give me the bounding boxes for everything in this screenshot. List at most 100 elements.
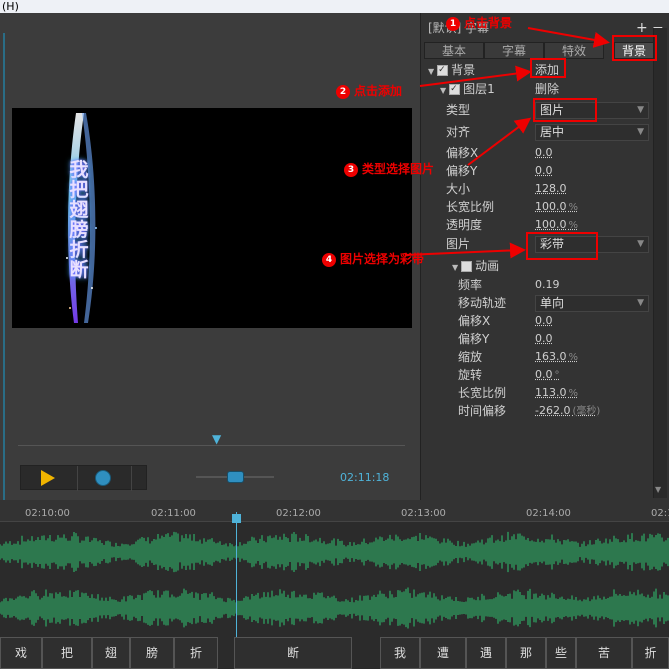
size-value[interactable]: 128.0 [535, 181, 567, 197]
rotate-value[interactable]: 0.0 ° [535, 367, 560, 383]
audio-waveform[interactable] [0, 524, 669, 636]
collapse-icon[interactable]: ▼ [440, 83, 446, 99]
offset-y-value[interactable]: 0.0 [535, 163, 553, 179]
delete-layer-button[interactable]: 删除 [535, 81, 559, 97]
ruler-tick-label: 02:14:00 [526, 508, 571, 519]
type-label: 类型 [446, 103, 471, 117]
chevron-down-icon: ▼ [637, 298, 644, 308]
divider [77, 466, 78, 491]
layer1-checkbox[interactable] [449, 81, 461, 97]
subtitle-block[interactable]: 膀 [130, 637, 174, 669]
add-preset-icon[interactable]: + [636, 20, 648, 36]
ruler-tick-label: 02:1 [651, 508, 669, 519]
layer1-title: 图层1 [463, 82, 495, 96]
anim-offset-x-value[interactable]: 0.0 [535, 313, 553, 329]
annotation-step-3: 3 类型选择图片 [344, 160, 434, 177]
anim-offset-y-label: 偏移Y [458, 332, 490, 346]
ratio-label: 长宽比例 [446, 200, 495, 214]
rotate-unit: ° [554, 370, 560, 381]
anim-ratio-number: 113.0 [535, 386, 567, 399]
ratio-unit: % [568, 202, 579, 213]
image-label: 图片 [446, 237, 471, 251]
collapse-icon[interactable]: ▼ [428, 64, 434, 80]
subtitle-block[interactable]: 遇 [466, 637, 506, 669]
subtitle-block[interactable]: 翅 [92, 637, 130, 669]
annotation-step-4: 4 图片选择为彩带 [322, 250, 424, 267]
tab-effect[interactable]: 特效 [544, 42, 604, 59]
highlight-add-button [530, 58, 566, 78]
subtitle-block[interactable]: 遭 [420, 637, 466, 669]
video-preview: 我把翅膀折断 [12, 108, 412, 328]
highlight-image-select [526, 232, 598, 260]
time-offset-value[interactable]: -262.0 (毫秒) [535, 403, 600, 419]
background-section-header[interactable]: ▼ 背景 [428, 62, 475, 78]
subtitle-vertical-text: 我把翅膀折断 [69, 159, 89, 281]
waveform-channel [0, 531, 669, 573]
offset-x-value[interactable]: 0.0 [535, 145, 553, 161]
anim-offset-x-label: 偏移X [458, 314, 491, 328]
volume-handle[interactable] [227, 471, 244, 483]
panel-scrollbar[interactable] [653, 28, 667, 498]
layer1-header[interactable]: ▼ 图层1 [440, 81, 495, 97]
annotation-step-1: 1 点击背景 [446, 14, 512, 31]
animation-section-header[interactable]: ▼ 动画 [452, 258, 499, 274]
highlight-type-select [533, 98, 597, 122]
freq-value[interactable]: 0.19 [535, 277, 560, 293]
align-select[interactable]: 居中 ▼ [535, 124, 649, 141]
track-label: 移动轨迹 [458, 296, 507, 310]
opacity-unit: % [568, 220, 579, 231]
menu-bar: (H) [0, 0, 669, 13]
align-select-value: 居中 [540, 125, 565, 139]
opacity-value[interactable]: 100.0% [535, 217, 578, 233]
play-icon[interactable] [41, 470, 55, 486]
collapse-icon[interactable]: ▼ [452, 260, 458, 276]
animation-checkbox[interactable] [461, 261, 473, 272]
time-display: 02:11:18 [340, 471, 390, 484]
timeline-ruler: 02:10:00 02:11:00 02:12:00 02:13:00 02:1… [0, 500, 669, 522]
scale-label: 缩放 [458, 350, 483, 364]
subtitle-block[interactable]: 那 [506, 637, 546, 669]
subtitle-block[interactable]: 断 [234, 637, 352, 669]
chevron-down-icon: ▼ [637, 105, 644, 115]
left-edge-indicator [3, 33, 5, 500]
time-offset-unit: (毫秒) [572, 406, 601, 417]
ruler-tick-label: 02:10:00 [25, 508, 70, 519]
subtitle-block[interactable]: 折 [632, 637, 669, 669]
player-controls [20, 465, 147, 491]
timeline[interactable]: 02:10:00 02:11:00 02:12:00 02:13:00 02:1… [0, 500, 669, 669]
scale-value[interactable]: 163.0% [535, 349, 578, 365]
subtitle-block[interactable]: 把 [42, 637, 92, 669]
progress-handle-icon[interactable]: ▼ [212, 432, 221, 446]
scale-unit: % [568, 352, 579, 363]
size-label: 大小 [446, 182, 471, 196]
subtitle-block[interactable]: 戏 [0, 637, 42, 669]
time-offset-label: 时间偏移 [458, 404, 507, 418]
chevron-down-icon: ▼ [637, 127, 644, 137]
menu-help[interactable]: (H) [2, 0, 19, 13]
track-select-value: 单向 [540, 296, 565, 310]
anim-offset-y-value[interactable]: 0.0 [535, 331, 553, 347]
opacity-number: 100.0 [535, 218, 567, 231]
track-select[interactable]: 单向 ▼ [535, 295, 649, 312]
tab-basic[interactable]: 基本 [424, 42, 484, 59]
ratio-value[interactable]: 100.0% [535, 199, 578, 215]
offset-y-label: 偏移Y [446, 164, 478, 178]
anim-ratio-value[interactable]: 113.0% [535, 385, 578, 401]
subtitle-block[interactable]: 苦 [576, 637, 632, 669]
record-icon[interactable] [95, 470, 111, 486]
subtitle-block[interactable]: 我 [380, 637, 420, 669]
animation-section-title: 动画 [475, 259, 500, 273]
divider [131, 466, 132, 491]
playhead-handle[interactable] [232, 514, 241, 523]
scroll-down-icon[interactable]: ▼ [655, 485, 661, 494]
ratio-number: 100.0 [535, 200, 567, 213]
subtitle-block[interactable]: 折 [174, 637, 218, 669]
offset-x-label: 偏移X [446, 146, 479, 160]
annotation-step-2: 2 点击添加 [336, 82, 402, 99]
subtitle-block[interactable]: 些 [546, 637, 576, 669]
opacity-label: 透明度 [446, 218, 483, 232]
background-checkbox[interactable] [437, 62, 449, 78]
tab-subtitle[interactable]: 字幕 [484, 42, 544, 59]
freq-label: 频率 [458, 278, 483, 292]
chevron-down-icon: ▼ [637, 239, 644, 249]
